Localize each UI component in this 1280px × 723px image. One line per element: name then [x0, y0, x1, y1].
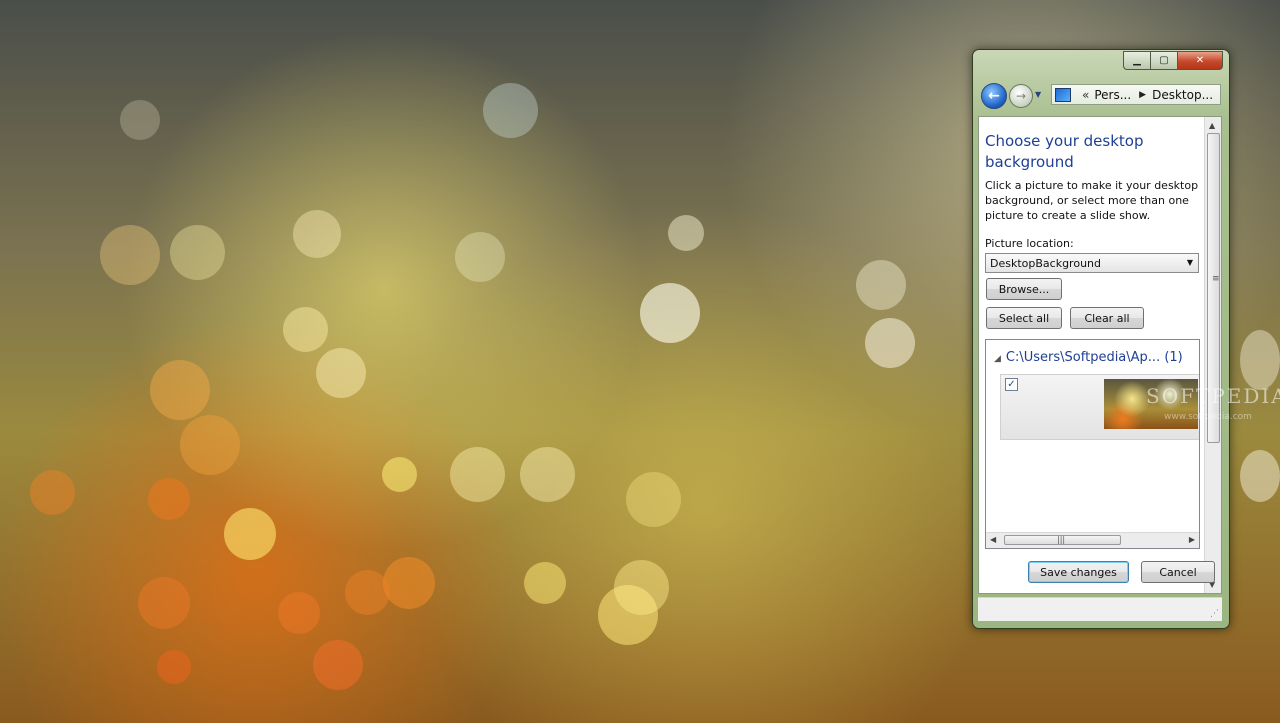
navigation-bar: ← → ▼ « Pers... ▶ Desktop... [979, 82, 1223, 109]
horizontal-scrollbar[interactable]: ◀ ||| ▶ [986, 532, 1199, 548]
folder-group-header[interactable]: ◢ C:\Users\Softpedia\Ap... (1) [994, 350, 1183, 365]
minimize-icon[interactable]: ▁ [1123, 51, 1151, 70]
vertical-scrollbar[interactable]: ▲ ≡ ▼ [1204, 117, 1221, 593]
collapse-triangle-icon[interactable]: ◢ [994, 354, 1001, 364]
picture-location-select[interactable]: DesktopBackground ▼ [985, 253, 1199, 273]
back-arrow-icon[interactable]: ← [981, 83, 1007, 109]
breadcrumb-overflow[interactable]: « [1082, 88, 1089, 102]
status-bar: ⋰ [978, 597, 1222, 621]
address-bar[interactable]: « Pers... ▶ Desktop... [1051, 84, 1221, 105]
picture-location-value: DesktopBackground [990, 257, 1101, 270]
maximize-icon[interactable]: ▢ [1150, 51, 1178, 70]
clear-all-button[interactable]: Clear all [1070, 307, 1144, 329]
select-all-button[interactable]: Select all [986, 307, 1062, 329]
breadcrumb-personalization[interactable]: Pers... [1094, 88, 1131, 102]
resize-grip-icon[interactable]: ⋰ [1210, 609, 1219, 619]
scroll-right-icon[interactable]: ▶ [1189, 535, 1195, 544]
grip-icon: ||| [1057, 535, 1066, 544]
scroll-up-icon[interactable]: ▲ [1209, 121, 1215, 130]
recent-pages-chevron-icon[interactable]: ▼ [1035, 90, 1041, 99]
chevron-down-icon: ▼ [1186, 258, 1193, 267]
save-changes-button[interactable]: Save changes [1028, 561, 1129, 583]
softpedia-watermark-url: www.softpedia.com [1164, 412, 1252, 422]
softpedia-watermark: SOFTPEDIA [1146, 384, 1280, 408]
caption-buttons: ▁ ▢ ✕ [1123, 51, 1223, 70]
close-icon[interactable]: ✕ [1177, 51, 1223, 70]
breadcrumb-separator-icon[interactable]: ▶ [1139, 90, 1146, 100]
pictures-list[interactable]: ◢ C:\Users\Softpedia\Ap... (1) ✓ ◀ ||| ▶ [985, 339, 1200, 549]
control-panel-icon [1055, 87, 1071, 102]
cancel-button[interactable]: Cancel [1141, 561, 1215, 583]
forward-arrow-icon[interactable]: → [1009, 84, 1033, 108]
personalization-window: ▁ ▢ ✕ ← → ▼ « Pers... ▶ Desktop... Choos… [972, 49, 1230, 629]
grip-icon: ≡ [1212, 274, 1220, 284]
picture-checkbox[interactable]: ✓ [1005, 378, 1018, 391]
horizontal-scroll-thumb[interactable]: ||| [1004, 535, 1121, 545]
folder-group-label: C:\Users\Softpedia\Ap... (1) [1005, 350, 1183, 365]
picture-location-label: Picture location: [985, 237, 1074, 250]
page-description: Click a picture to make it your desktop … [985, 179, 1199, 222]
scroll-left-icon[interactable]: ◀ [990, 535, 996, 544]
browse-button[interactable]: Browse... [986, 278, 1062, 300]
page-title: Choose your desktop background [985, 132, 1144, 171]
breadcrumb-desktop-background[interactable]: Desktop... [1152, 88, 1213, 102]
content-pane: Choose your desktop background Click a p… [978, 116, 1222, 594]
